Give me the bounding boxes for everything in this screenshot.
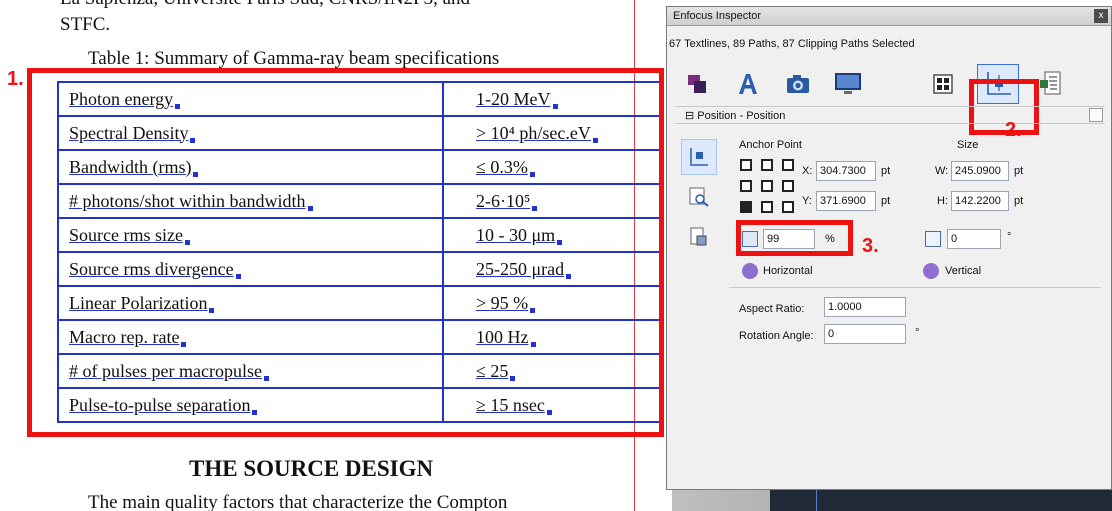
tab-layout[interactable]	[922, 64, 964, 104]
x-input[interactable]: 304.7300	[816, 161, 876, 181]
scale-highlight	[736, 220, 853, 256]
anchor-top-right[interactable]	[782, 159, 794, 171]
anchor-point-grid[interactable]	[740, 159, 794, 213]
rotation-angle-input[interactable]: 0	[824, 324, 906, 344]
x-unit: pt	[881, 165, 891, 177]
rotation-angle-label: Rotation Angle:	[739, 330, 814, 342]
w-unit: pt	[1014, 165, 1024, 177]
anchor-top-center[interactable]	[761, 159, 773, 171]
w-label: W:	[935, 165, 949, 177]
anchor-bottom-left[interactable]	[740, 201, 752, 213]
position-small-icon	[690, 148, 708, 166]
y-input[interactable]: 371.6900	[816, 191, 876, 211]
y-label: Y:	[802, 195, 812, 207]
align-document-icon	[690, 227, 707, 246]
section-menu-button[interactable]	[1089, 108, 1103, 122]
monitor-icon	[835, 73, 861, 94]
y-unit: pt	[881, 195, 891, 207]
tab-text[interactable]	[727, 64, 769, 104]
enfocus-inspector-panel[interactable]: Enfocus Inspector x 67 Textlines, 89 Pat…	[666, 6, 1112, 490]
document-top-line: La Sapienza, Université Paris Sud, CNRS/…	[60, 0, 470, 10]
tab-display[interactable]	[827, 64, 869, 104]
anchor-top-left[interactable]	[740, 159, 752, 171]
section-label: Position - Position	[697, 110, 786, 122]
inspector-toolbar	[667, 58, 1111, 110]
document-bottom-line: The main quality factors that characteri…	[88, 492, 508, 511]
table-caption: Table 1: Summary of Gamma-ray beam speci…	[88, 48, 500, 68]
aspect-ratio-input[interactable]: 1.0000	[824, 297, 906, 317]
inspector-titlebar[interactable]: Enfocus Inspector x	[667, 7, 1111, 26]
document-list-icon	[1040, 71, 1061, 95]
annotation-2: 2.	[1005, 119, 1022, 141]
side-tab-position[interactable]	[681, 139, 717, 175]
height-input[interactable]: 142.2200	[951, 191, 1009, 211]
aspect-ratio-label: Aspect Ratio:	[739, 303, 805, 315]
side-tab-align[interactable]	[681, 219, 717, 255]
flip-vertical-icon[interactable]	[923, 263, 939, 279]
tab-image[interactable]	[777, 64, 819, 104]
selection-summary: 67 Textlines, 89 Paths, 87 Clipping Path…	[669, 38, 915, 50]
camera-icon	[787, 75, 809, 93]
rotate-input[interactable]: 0	[947, 229, 1001, 249]
divider	[729, 287, 1101, 288]
rotate-icon	[925, 231, 941, 247]
rotate-unit: °	[1007, 231, 1012, 243]
size-label: Size	[957, 139, 979, 151]
text-a-icon	[739, 74, 757, 94]
page-guide-lower	[816, 490, 817, 511]
section-title: THE SOURCE DESIGN	[189, 456, 434, 481]
h-unit: pt	[1014, 195, 1024, 207]
side-tab-transform[interactable]	[681, 179, 717, 215]
x-label: X:	[802, 165, 813, 177]
inspector-title: Enfocus Inspector	[673, 10, 762, 22]
flip-horizontal-icon[interactable]	[742, 263, 758, 279]
table-highlight-box	[27, 68, 664, 437]
anchor-bottom-right[interactable]	[782, 201, 794, 213]
desktop-background	[770, 490, 1112, 511]
anchor-point-label: Anchor Point	[739, 139, 802, 151]
h-label: H:	[937, 195, 948, 207]
anchor-center[interactable]	[761, 180, 773, 192]
section-header[interactable]: ⊟ Position - Position	[675, 106, 1105, 124]
collapse-icon[interactable]: ⊟	[685, 110, 694, 122]
width-input[interactable]: 245.0900	[951, 161, 1009, 181]
horizontal-button[interactable]: Horizontal	[763, 265, 813, 277]
annotation-3: 3.	[862, 235, 879, 257]
object-layers-icon	[688, 75, 706, 93]
anchor-middle-right[interactable]	[782, 180, 794, 192]
anchor-bottom-center[interactable]	[761, 201, 773, 213]
layout-grid-icon	[933, 74, 953, 94]
vertical-button[interactable]: Vertical	[945, 265, 981, 277]
rotation-angle-unit: °	[915, 327, 920, 339]
document-top-line-2: STFC.	[60, 14, 111, 35]
tab-object[interactable]	[677, 64, 719, 104]
annotation-1: 1.	[7, 68, 24, 90]
close-button[interactable]: x	[1094, 9, 1108, 23]
anchor-middle-left[interactable]	[740, 180, 752, 192]
transform-magnify-icon	[689, 187, 709, 207]
